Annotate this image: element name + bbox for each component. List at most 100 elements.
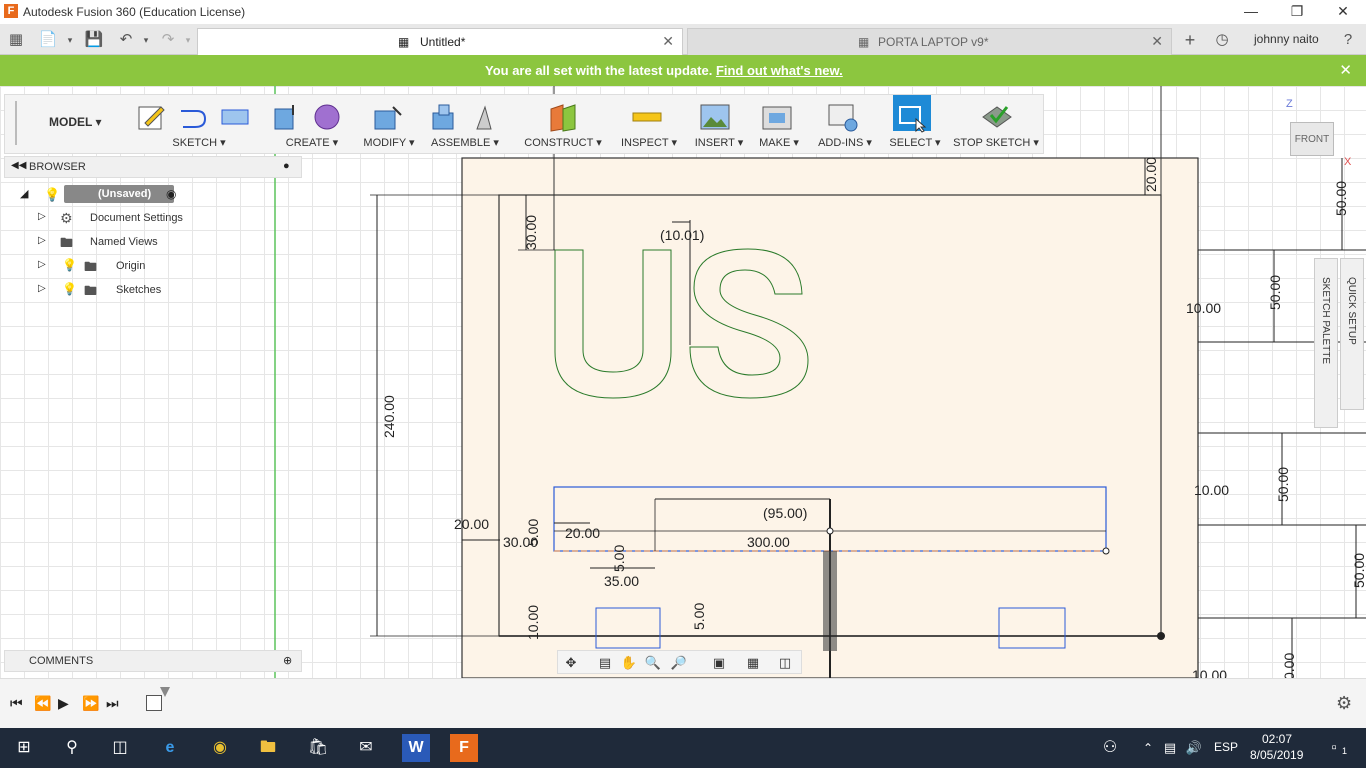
browser-root-row[interactable]: ◢ 💡 (Unsaved) ◉ [20,184,190,206]
fit-icon[interactable]: 🔎 [670,654,688,672]
minimize-button[interactable]: — [1228,0,1274,24]
add-comment-icon[interactable]: ⊕ [283,654,292,667]
language-indicator[interactable]: ESP [1214,740,1238,754]
dim-35: 35.00 [604,573,639,589]
sketch-group[interactable]: SKETCH ▾ [129,95,269,153]
step-back-icon[interactable]: ⏪ [34,695,51,712]
select-group[interactable]: SELECT ▾ [883,95,947,153]
browser-item-sketches[interactable]: ▷ 💡 🖿 Sketches [38,280,208,302]
chrome-icon[interactable]: ◉ [206,734,234,762]
look-at-icon[interactable]: ▤ [596,654,614,672]
dim-240: 240.00 [381,395,397,438]
volume-icon[interactable]: 🔊 [1180,734,1208,762]
visibility-bulb-icon[interactable]: 💡 [44,187,60,203]
quick-setup-collapsed[interactable]: QUICK SETUP [1340,258,1364,410]
orbit-icon[interactable]: ✥ [562,654,580,672]
store-icon[interactable]: 🛍 [304,734,332,762]
activate-radio-icon[interactable]: ◉ [166,187,176,201]
word-icon[interactable]: W [402,734,430,762]
pan-hand-icon[interactable]: ✋ [620,654,638,672]
windows-start-icon[interactable]: ⊞ [10,734,38,762]
expand-arrow-icon[interactable]: ▷ [38,235,46,246]
mail-icon[interactable]: ✉ [352,734,380,762]
file-dropdown-icon[interactable]: ▾ [60,30,80,50]
windows-taskbar: ⊞ ⚲ ◫ e ◉ 🖿 🛍 ✉ W F ⚇ ⌃ ▤ 🔊 ESP 02:07 8/… [0,728,1366,768]
help-icon[interactable]: ? [1338,30,1358,50]
go-to-end-icon[interactable]: ⏭ [106,695,119,712]
inspect-group[interactable]: INSPECT ▾ [613,95,685,153]
viewports-icon[interactable]: ◫ [776,654,794,672]
comments-panel-header[interactable]: COMMENTS ⊕ [4,650,302,672]
file-explorer-icon[interactable]: 🖿 [254,734,282,762]
tab-untitled-close-icon[interactable]: ✕ [662,33,674,50]
sketches-label: Sketches [116,284,162,296]
people-icon[interactable]: ⚇ [1096,734,1124,762]
expand-arrow-icon[interactable]: ▷ [38,283,46,294]
clock-date[interactable]: 8/05/2019 [1250,748,1303,762]
display-settings-icon[interactable]: ▣ [710,654,728,672]
maximize-button[interactable]: ❐ [1274,0,1320,24]
zoom-icon[interactable]: 🔍 [644,654,662,672]
redo-dropdown-icon[interactable]: ▾ [178,30,198,50]
job-status-clock-icon[interactable]: ◷ [1212,30,1232,50]
insert-group[interactable]: INSERT ▾ [687,95,751,153]
create-group[interactable]: CREATE ▾ [267,95,357,153]
tab-porta-laptop-close-icon[interactable]: ✕ [1151,33,1163,50]
save-icon[interactable]: 💾 [84,30,104,50]
sketch-palette-collapsed[interactable]: SKETCH PALETTE [1314,258,1338,428]
dim-50-r2: 50.00 [1267,275,1283,310]
workspace-switcher[interactable]: MODEL ▾ [49,115,101,129]
browser-item-origin[interactable]: ▷ 💡 🖿 Origin [38,256,208,278]
assemble-label: ASSEMBLE [431,137,491,149]
origin-label: Origin [116,260,146,272]
task-view-icon[interactable]: ◫ [106,734,134,762]
user-name[interactable]: johnny naito [1254,32,1319,46]
undo-dropdown-icon[interactable]: ▾ [136,30,156,50]
dim-0-r: 0.00 [1281,653,1297,678]
grid-snaps-icon[interactable]: ▦ [744,654,762,672]
tab-untitled[interactable]: ▦ Untitled* ✕ [197,28,683,55]
folder-icon: 🖿 [84,259,98,274]
timeline-settings-gear-icon[interactable]: ⚙ [1336,693,1352,714]
play-icon[interactable]: ▶ [58,695,69,712]
go-to-start-icon[interactable]: ⏮ [10,695,23,712]
add-ins-group[interactable]: ADD-INS ▾ [809,95,881,153]
browser-panel-header[interactable]: ◀◀ BROWSER ● [4,156,302,178]
visibility-bulb-icon[interactable]: 💡 [62,258,77,272]
step-forward-icon[interactable]: ⏩ [82,695,99,712]
close-window-button[interactable]: ✕ [1320,0,1366,24]
banner-close-icon[interactable]: ✕ [1339,61,1352,79]
expand-root-icon[interactable]: ◢ [20,187,28,200]
visibility-bulb-icon[interactable]: 💡 [62,282,77,296]
collapse-browser-icon[interactable]: ◀◀ [11,160,26,171]
data-panel-grid-icon[interactable]: ▦ [6,30,26,50]
sketch-label: SKETCH [172,137,218,149]
new-tab-plus-icon[interactable]: + [1180,30,1200,50]
toolbar-grip[interactable] [15,101,17,145]
dim-30: 30.00 [523,215,539,250]
stop-sketch-group[interactable]: STOP SKETCH ▾ [951,95,1041,153]
edge-browser-icon[interactable]: e [156,734,184,762]
undo-icon[interactable]: ↶ [116,30,136,50]
viewcube-front-face[interactable]: FRONT [1290,122,1334,156]
expand-arrow-icon[interactable]: ▷ [38,259,46,270]
search-icon[interactable]: ⚲ [58,734,86,762]
clock-time[interactable]: 02:07 [1262,732,1292,746]
browser-item-named-views[interactable]: ▷ 🖿 Named Views [38,232,208,254]
make-group[interactable]: MAKE ▾ [751,95,807,153]
tab-porta-laptop[interactable]: ▦ PORTA LAPTOP v9* ✕ [687,28,1172,55]
construct-group[interactable]: CONSTRUCT ▾ [515,95,611,153]
browser-minimize-icon[interactable]: ● [283,160,290,172]
sketch-timeline-feature-icon[interactable] [146,695,162,711]
modify-group[interactable]: MODIFY ▾ [361,95,417,153]
scripts-addins-icon [828,104,858,132]
fusion-taskbar-icon[interactable]: F [450,734,478,762]
timeline-bar: ⏮ ⏪ ▶ ⏩ ⏭ ⚙ [0,678,1366,728]
file-menu-icon[interactable]: 📄 [38,30,58,50]
document-settings-label: Document Settings [90,212,183,224]
browser-item-document-settings[interactable]: ▷ ⚙ Document Settings [38,208,208,230]
assemble-group[interactable]: ASSEMBLE ▾ [425,95,505,153]
redo-icon[interactable]: ↷ [158,30,178,50]
expand-arrow-icon[interactable]: ▷ [38,211,46,222]
whats-new-link[interactable]: Find out what's new. [716,63,843,78]
